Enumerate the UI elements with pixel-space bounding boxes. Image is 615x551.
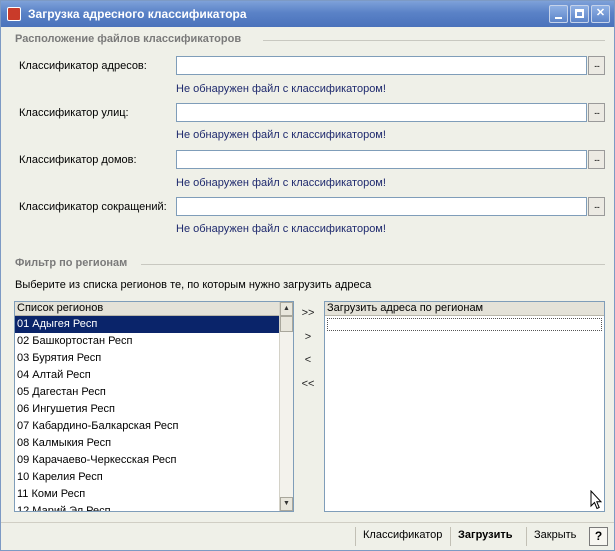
load-list-header[interactable]: Загрузить адреса по регионам: [325, 302, 604, 316]
region-item[interactable]: 12 Марий Эл Респ: [15, 503, 279, 511]
scroll-thumb[interactable]: [280, 316, 293, 332]
abbreviation-classifier-label: Классификатор сокращений:: [19, 201, 167, 213]
address-classifier-message: Не обнаружен файл с классификатором!: [176, 83, 386, 95]
street-classifier-message: Не обнаружен файл с классификатором!: [176, 129, 386, 141]
files-section-title: Расположение файлов классификаторов: [15, 33, 242, 45]
scroll-down-button[interactable]: ▼: [280, 497, 293, 511]
regions-list[interactable]: Список регионов 01 Адыгея Респ 02 Башкор…: [14, 301, 294, 512]
classifier-button[interactable]: Классификатор: [363, 529, 442, 541]
add-button[interactable]: >: [296, 329, 320, 347]
dialog-window: Загрузка адресного классификатора ✕ Расп…: [0, 0, 615, 551]
house-classifier-label: Классификатор домов:: [19, 154, 137, 166]
load-list-focus-row[interactable]: [327, 318, 602, 331]
street-classifier-label: Классификатор улиц:: [19, 107, 129, 119]
region-item[interactable]: 04 Алтай Респ: [15, 367, 279, 384]
abbreviation-classifier-input[interactable]: [176, 197, 587, 216]
region-item[interactable]: 01 Адыгея Респ: [15, 316, 279, 333]
maximize-icon: [575, 9, 584, 18]
house-classifier-input[interactable]: [176, 150, 587, 169]
house-classifier-message: Не обнаружен файл с классификатором!: [176, 177, 386, 189]
close-button[interactable]: ✕: [591, 5, 610, 23]
load-button[interactable]: Загрузить: [458, 529, 513, 541]
region-item[interactable]: 11 Коми Респ: [15, 486, 279, 503]
bottom-bar-separator: [450, 527, 451, 546]
address-classifier-input[interactable]: [176, 56, 587, 75]
abbreviation-classifier-message: Не обнаружен файл с классификатором!: [176, 223, 386, 235]
remove-all-button[interactable]: <<: [296, 376, 320, 394]
abbreviation-classifier-browse-button[interactable]: ...: [588, 197, 605, 216]
address-classifier-browse-button[interactable]: ...: [588, 56, 605, 75]
address-classifier-label: Классификатор адресов:: [19, 60, 147, 72]
close-icon: ✕: [595, 7, 606, 19]
title-bar[interactable]: Загрузка адресного классификатора ✕: [1, 1, 614, 27]
remove-button[interactable]: <: [296, 352, 320, 370]
filter-hint: Выберите из списка регионов те, по котор…: [15, 279, 372, 291]
minimize-button[interactable]: [549, 5, 568, 23]
bottom-bar-separator: [526, 527, 527, 546]
region-item[interactable]: 02 Башкортостан Респ: [15, 333, 279, 350]
street-classifier-browse-button[interactable]: ...: [588, 103, 605, 122]
house-classifier-browse-button[interactable]: ...: [588, 150, 605, 169]
bottom-bar: Классификатор Загрузить Закрыть ?: [1, 522, 614, 550]
scroll-up-icon: ▲: [283, 305, 290, 312]
region-item[interactable]: 07 Кабардино-Балкарская Респ: [15, 418, 279, 435]
regions-scrollbar[interactable]: ▲ ▼: [279, 302, 293, 511]
window-title: Загрузка адресного классификатора: [28, 7, 247, 21]
minimize-icon: [555, 17, 562, 19]
help-button[interactable]: ?: [589, 527, 608, 546]
bottom-bar-separator: [355, 527, 356, 546]
filter-section-divider: [141, 264, 605, 265]
files-section-divider: [263, 40, 605, 41]
street-classifier-input[interactable]: [176, 103, 587, 122]
load-regions-list[interactable]: Загрузить адреса по регионам: [324, 301, 605, 512]
region-item[interactable]: 09 Карачаево-Черкесская Респ: [15, 452, 279, 469]
region-item[interactable]: 03 Бурятия Респ: [15, 350, 279, 367]
region-item[interactable]: 08 Калмыкия Респ: [15, 435, 279, 452]
filter-section-title: Фильтр по регионам: [15, 257, 128, 269]
region-item[interactable]: 05 Дагестан Респ: [15, 384, 279, 401]
close-dialog-button[interactable]: Закрыть: [534, 529, 576, 541]
scroll-down-icon: ▼: [283, 500, 290, 507]
scroll-up-button[interactable]: ▲: [280, 302, 293, 316]
region-item[interactable]: 10 Карелия Респ: [15, 469, 279, 486]
region-item[interactable]: 06 Ингушетия Респ: [15, 401, 279, 418]
add-all-button[interactable]: >>: [296, 305, 320, 323]
mouse-cursor-icon: [590, 490, 602, 510]
app-icon: [7, 7, 21, 21]
maximize-button[interactable]: [570, 5, 589, 23]
regions-list-header[interactable]: Список регионов: [15, 302, 279, 316]
